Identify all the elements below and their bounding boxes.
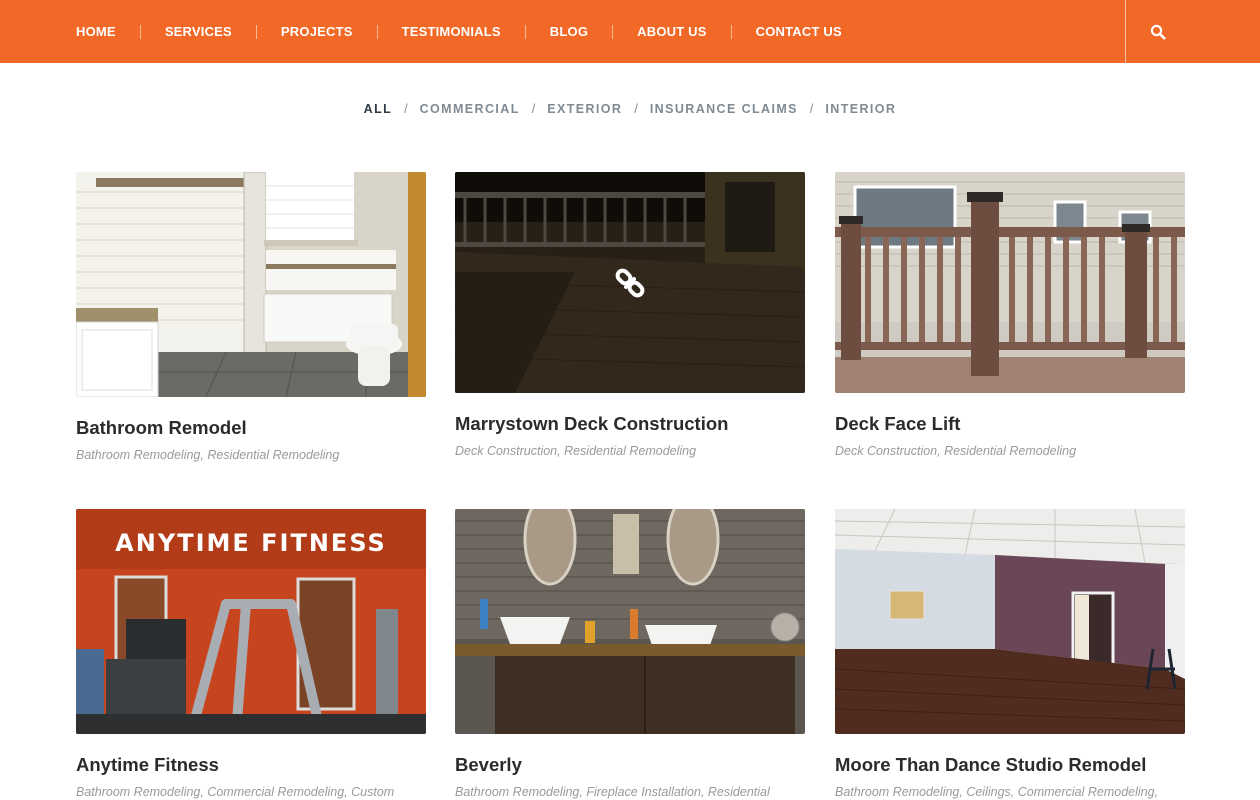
filter-separator: /: [404, 102, 408, 116]
project-card: Bathroom Remodel Bathroom Remodeling, Re…: [76, 172, 426, 462]
nav-contact-us[interactable]: CONTACT US: [756, 24, 842, 39]
main-nav: HOME SERVICES PROJECTS TESTIMONIALS BLOG…: [76, 0, 842, 63]
filter-interior[interactable]: INTERIOR: [825, 102, 896, 116]
project-image-fitness[interactable]: ANYTIME FITNESS: [76, 509, 426, 734]
project-image-deck[interactable]: [455, 172, 805, 393]
nav-services[interactable]: SERVICES: [165, 24, 232, 39]
project-title[interactable]: Moore Than Dance Studio Remodel: [835, 754, 1185, 776]
nav-testimonials[interactable]: TESTIMONIALS: [402, 24, 501, 39]
project-title[interactable]: Marrystown Deck Construction: [455, 413, 805, 435]
nav-separator: [730, 24, 732, 39]
project-image-deck-face-lift[interactable]: [835, 172, 1185, 393]
project-image-dance-studio[interactable]: [835, 509, 1185, 734]
project-categories: Deck Construction, Residential Remodelin…: [455, 444, 697, 458]
nav-projects[interactable]: PROJECTS: [281, 24, 353, 39]
bathroom-photo: [76, 172, 426, 397]
nav-separator: [139, 24, 141, 39]
nav-blog[interactable]: BLOG: [550, 24, 588, 39]
project-image-bathroom[interactable]: [76, 172, 426, 397]
project-categories: Bathroom Remodeling, Residential Remodel…: [76, 448, 340, 462]
project-card: Moore Than Dance Studio Remodel Bathroom…: [835, 509, 1185, 799]
filter-commercial[interactable]: COMMERCIAL: [420, 102, 520, 116]
link-icon[interactable]: [613, 266, 647, 300]
filter-insurance-claims[interactable]: INSURANCE CLAIMS: [650, 102, 798, 116]
nav-separator: [255, 24, 257, 39]
project-card: ANYTIME FITNESS Anytime Fitness Bathroom…: [76, 509, 426, 799]
project-title[interactable]: Deck Face Lift: [835, 413, 1185, 435]
project-categories: Bathroom Remodeling, Commercial Remodeli…: [76, 785, 395, 799]
project-card: Beverly Bathroom Remodeling, Fireplace I…: [455, 509, 805, 799]
nav-separator: [376, 24, 378, 39]
nav-home[interactable]: HOME: [76, 24, 116, 39]
vanity-photo: [455, 509, 805, 734]
nav-separator: [612, 24, 614, 39]
nav-divider: [1125, 0, 1126, 63]
filter-exterior[interactable]: EXTERIOR: [547, 102, 622, 116]
gym-sign-text: ANYTIME FITNESS: [115, 529, 387, 557]
top-navbar: HOME SERVICES PROJECTS TESTIMONIALS BLOG…: [0, 0, 1260, 63]
filter-separator: /: [809, 102, 814, 116]
project-card: Deck Face Lift Deck Construction, Reside…: [835, 172, 1185, 458]
gym-photo: ANYTIME FITNESS: [76, 509, 426, 734]
filter-all[interactable]: ALL: [364, 102, 393, 116]
filter-separator: /: [634, 102, 638, 116]
dance-studio-photo: [835, 509, 1185, 734]
project-filters: ALL / COMMERCIAL / EXTERIOR / INSURANCE …: [0, 102, 1260, 116]
project-categories: Bathroom Remodeling, Fireplace Installat…: [455, 785, 770, 799]
nav-separator: [524, 24, 526, 39]
search-button[interactable]: [1142, 16, 1174, 48]
project-title[interactable]: Anytime Fitness: [76, 754, 426, 776]
project-image-beverly[interactable]: [455, 509, 805, 734]
project-title[interactable]: Beverly: [455, 754, 805, 776]
filter-separator: /: [531, 102, 536, 116]
deck-railing-photo: [835, 172, 1185, 393]
project-categories: Bathroom Remodeling, Ceilings, Commercia…: [835, 785, 1159, 799]
search-icon: [1150, 24, 1166, 40]
project-categories: Deck Construction, Residential Remodelin…: [835, 444, 1077, 458]
project-title[interactable]: Bathroom Remodel: [76, 417, 426, 439]
project-card: Marrystown Deck Construction Deck Constr…: [455, 172, 805, 458]
nav-about-us[interactable]: ABOUT US: [637, 24, 707, 39]
hover-overlay: [455, 172, 805, 393]
